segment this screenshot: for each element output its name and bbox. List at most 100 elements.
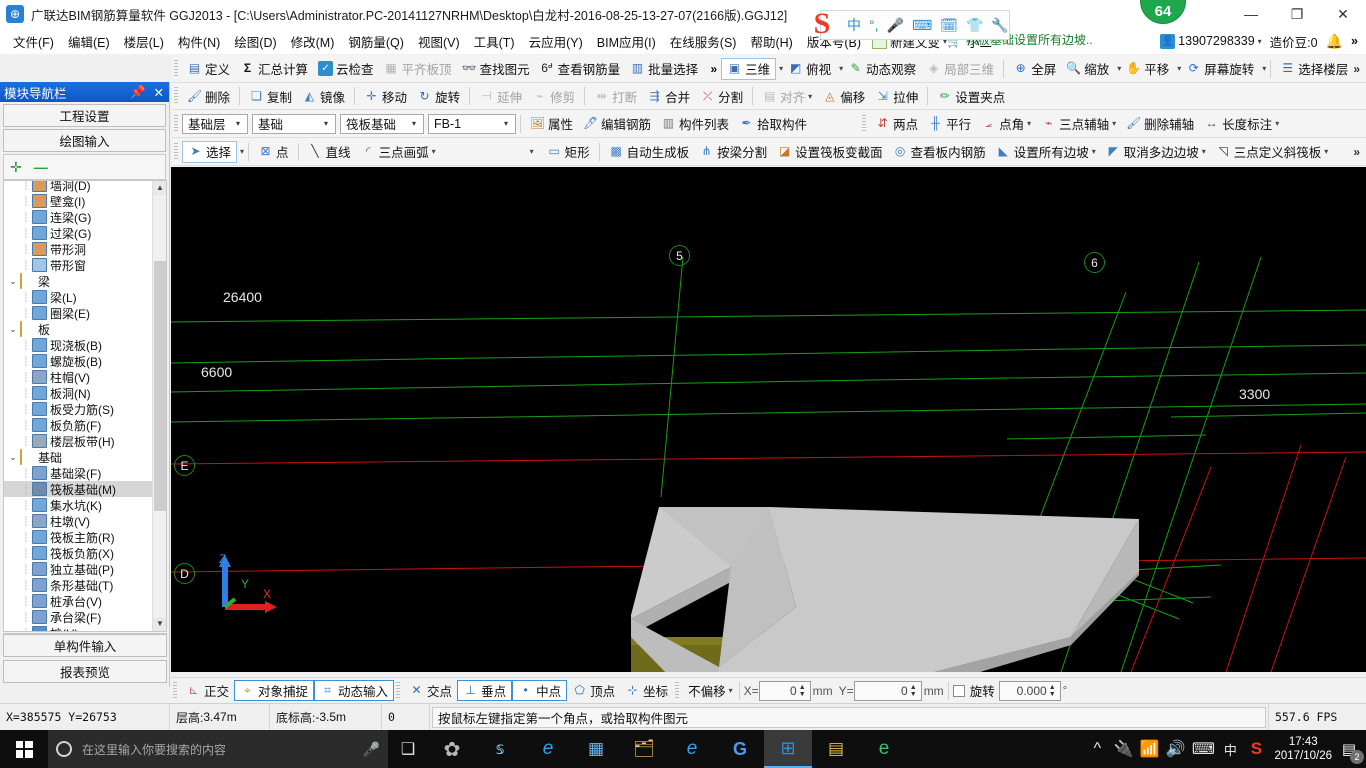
tool-split-by-beam[interactable]: ⋔ 按梁分割 bbox=[694, 141, 772, 163]
tree-item[interactable]: ┊ 筏板主筋(R) bbox=[4, 529, 152, 545]
snap-ortho[interactable]: ⊾ 正交 bbox=[181, 680, 234, 701]
axis-bubble-6[interactable]: 6 bbox=[1084, 252, 1105, 273]
ime-mode-label[interactable]: 中 bbox=[847, 15, 861, 35]
single-component-input-button[interactable]: 单构件输入 bbox=[3, 634, 167, 657]
toolbar-common-overflow[interactable]: » bbox=[710, 62, 717, 76]
point-angle-chevron-down-icon[interactable]: ▾ bbox=[1027, 119, 1031, 128]
tree-item[interactable]: ┊ 板洞(N) bbox=[4, 385, 152, 401]
toolbar-draw-grip[interactable] bbox=[174, 142, 178, 161]
notification-center-icon[interactable]: ▤ 2 bbox=[1332, 730, 1366, 768]
tree-item[interactable]: ┊ 连梁(G) bbox=[4, 209, 152, 225]
taskbar-app-ggj[interactable]: ⊞ bbox=[764, 730, 812, 768]
tool-top-view[interactable]: ◩ 俯视 bbox=[783, 58, 836, 80]
tool-two-point[interactable]: ⇵ 两点 bbox=[870, 113, 923, 135]
tree-item[interactable]: ┊ 现浇板(B) bbox=[4, 337, 152, 353]
tool-batch-select[interactable]: ▥ 批量选择 bbox=[625, 58, 703, 80]
align-chevron-down-icon[interactable]: ▾ bbox=[808, 92, 812, 101]
menu-cloud[interactable]: 云应用(Y) bbox=[522, 29, 590, 54]
taskbar-app-chrome[interactable]: G bbox=[716, 730, 764, 768]
sogou-tray-icon[interactable]: S bbox=[1242, 730, 1270, 768]
tree-item[interactable]: ┊ 梁(L) bbox=[4, 289, 152, 305]
x-input[interactable]: 0 ▲ ▼ bbox=[758, 680, 811, 701]
coins-item[interactable]: 造价豆:0 bbox=[1270, 32, 1318, 51]
task-view-icon[interactable]: ❑ bbox=[388, 730, 428, 768]
minimize-button[interactable]: — bbox=[1228, 0, 1274, 28]
length-dim-chevron-down-icon[interactable]: ▾ bbox=[1275, 119, 1279, 128]
axis-bubble-E[interactable]: E bbox=[174, 455, 195, 476]
tool-point[interactable]: ⊠ 点 bbox=[253, 141, 294, 163]
ime-punctuation-icon[interactable]: °, bbox=[869, 17, 879, 33]
axis-bubble-D[interactable]: D bbox=[174, 563, 195, 584]
tool-line[interactable]: ╲ 直线 bbox=[303, 141, 356, 163]
tool-summary-calc[interactable]: Σ 汇总计算 bbox=[235, 58, 313, 80]
rotate-input[interactable]: 0.000 ▲ ▼ bbox=[998, 680, 1061, 701]
offset-mode-chevron-down-icon[interactable]: ▾ bbox=[729, 686, 733, 695]
tree-item[interactable]: ┊ 板负筋(F) bbox=[4, 417, 152, 433]
taskbar-app-browser[interactable]: e bbox=[860, 730, 908, 768]
scroll-down-arrow-icon[interactable]: ▼ bbox=[153, 617, 166, 631]
tree-item[interactable]: ┊ 桩承台(V) bbox=[4, 593, 152, 609]
toolbar-component-grip[interactable] bbox=[174, 114, 178, 133]
menu-file[interactable]: 文件(F) bbox=[6, 29, 61, 54]
tree-item[interactable]: ┊ 楼层板带(H) bbox=[4, 433, 152, 449]
tool-three-point-slope-raft[interactable]: ◹ 三点定义斜筏板 ▾ bbox=[1211, 141, 1334, 163]
tool-mirror[interactable]: ◭ 镜像 bbox=[297, 85, 350, 107]
toolbar-view-overflow[interactable]: » bbox=[1353, 62, 1360, 76]
model-canvas-3d[interactable]: 26400 6600 3300 5 6 E D Z Y X bbox=[171, 167, 1366, 672]
tool-screen-rotate[interactable]: ⟳ 屏幕旋转 bbox=[1181, 58, 1259, 80]
category-select-chevron-down-icon[interactable]: ▾ bbox=[319, 119, 333, 128]
tree-item[interactable]: ┊ 带形窗 bbox=[4, 257, 152, 273]
tree-item[interactable]: ┊ 带形洞 bbox=[4, 241, 152, 257]
tree-item[interactable]: ┊ 桩(U) bbox=[4, 625, 152, 631]
menu-edit[interactable]: 编辑(E) bbox=[61, 29, 117, 54]
taskbar-app-cortana[interactable]: ✿ bbox=[428, 730, 476, 768]
select-chevron-down-icon[interactable]: ▾ bbox=[240, 147, 244, 156]
taskbar-app-notes[interactable]: ▤ bbox=[812, 730, 860, 768]
snap-midpoint[interactable]: • 中点 bbox=[512, 680, 568, 701]
taskbar-app-explorer[interactable]: 🗂 bbox=[620, 730, 668, 768]
rotate-spinner[interactable]: ▲ ▼ bbox=[1047, 681, 1058, 701]
account-item[interactable]: 👤 13907298339 ▾ bbox=[1160, 33, 1262, 49]
tool-delete-axis[interactable]: 🖌 删除辅轴 bbox=[1121, 113, 1199, 135]
tool-pan[interactable]: ✋ 平移 bbox=[1121, 58, 1174, 80]
tool-split[interactable]: ⤫ 分割 bbox=[695, 85, 748, 107]
tool-stretch[interactable]: ⇲ 拉伸 bbox=[870, 85, 923, 107]
collapse-all-icon[interactable]: — bbox=[34, 159, 48, 175]
y-input[interactable]: 0 ▲ ▼ bbox=[853, 680, 922, 701]
tree-item[interactable]: ┊ 基础梁(F) bbox=[4, 465, 152, 481]
tree-item[interactable]: ┊ 柱帽(V) bbox=[4, 369, 152, 385]
offset-mode-select[interactable]: 不偏移 ▾ bbox=[683, 680, 735, 701]
tool-select[interactable]: ➤ 选择 bbox=[182, 140, 238, 163]
tool-view-slab-rebar[interactable]: ◎ 查看板内钢筋 bbox=[888, 141, 991, 163]
scroll-up-arrow-icon[interactable]: ▲ bbox=[153, 181, 166, 195]
tool-3d-view[interactable]: ▣ 三维 bbox=[721, 57, 777, 80]
tool-copy[interactable]: ❏ 复制 bbox=[244, 85, 297, 107]
tool-length-dim[interactable]: ↔ 长度标注 ▾ bbox=[1199, 113, 1284, 135]
menu-view[interactable]: 视图(V) bbox=[411, 29, 467, 54]
chevron-down-icon[interactable]: ⌄ bbox=[6, 276, 20, 287]
tree-item[interactable]: ┊ 墙洞(D) bbox=[4, 181, 152, 193]
menu-rebar[interactable]: 钢筋量(Q) bbox=[341, 29, 411, 54]
tool-three-point-axis[interactable]: ⌁ 三点辅轴 ▾ bbox=[1036, 113, 1121, 135]
menu-component[interactable]: 构件(N) bbox=[171, 29, 227, 54]
snap-coordinate[interactable]: ⊹ 坐标 bbox=[620, 680, 673, 701]
rotate-checkbox[interactable] bbox=[952, 684, 965, 697]
tool-pick-component[interactable]: ✒ 拾取构件 bbox=[734, 113, 812, 135]
tool-trim[interactable]: ⌁ 修剪 bbox=[527, 85, 580, 107]
tool-move[interactable]: ✛ 移动 bbox=[359, 85, 412, 107]
tool-cancel-poly-slope[interactable]: ◤ 取消多边边坡 ▾ bbox=[1101, 141, 1211, 163]
tree-item[interactable]: ┊ 螺旋板(B) bbox=[4, 353, 152, 369]
x-spinner[interactable]: ▲ ▼ bbox=[797, 681, 808, 701]
system-clock[interactable]: 17:43 2017/10/26 bbox=[1274, 735, 1332, 763]
tree-item[interactable]: ┊ 过梁(G) bbox=[4, 225, 152, 241]
ime-mic-icon[interactable]: 🎤 bbox=[887, 17, 904, 34]
axis-bubble-5[interactable]: 5 bbox=[669, 245, 690, 266]
tool-offset[interactable]: ◬ 偏移 bbox=[817, 85, 870, 107]
three-point-slope-raft-chevron-down-icon[interactable]: ▾ bbox=[1324, 147, 1328, 156]
taskbar-app-edge-legacy[interactable]: 𝕤 bbox=[476, 730, 524, 768]
tool-align[interactable]: ▤ 对齐 ▾ bbox=[757, 85, 817, 107]
menu-draw[interactable]: 绘图(D) bbox=[227, 29, 283, 54]
screen-rotate-chevron-down-icon[interactable]: ▾ bbox=[1262, 64, 1266, 73]
tree-item[interactable]: ┊ 条形基础(T) bbox=[4, 577, 152, 593]
floor-select[interactable]: 基础层 ▾ bbox=[182, 113, 248, 134]
